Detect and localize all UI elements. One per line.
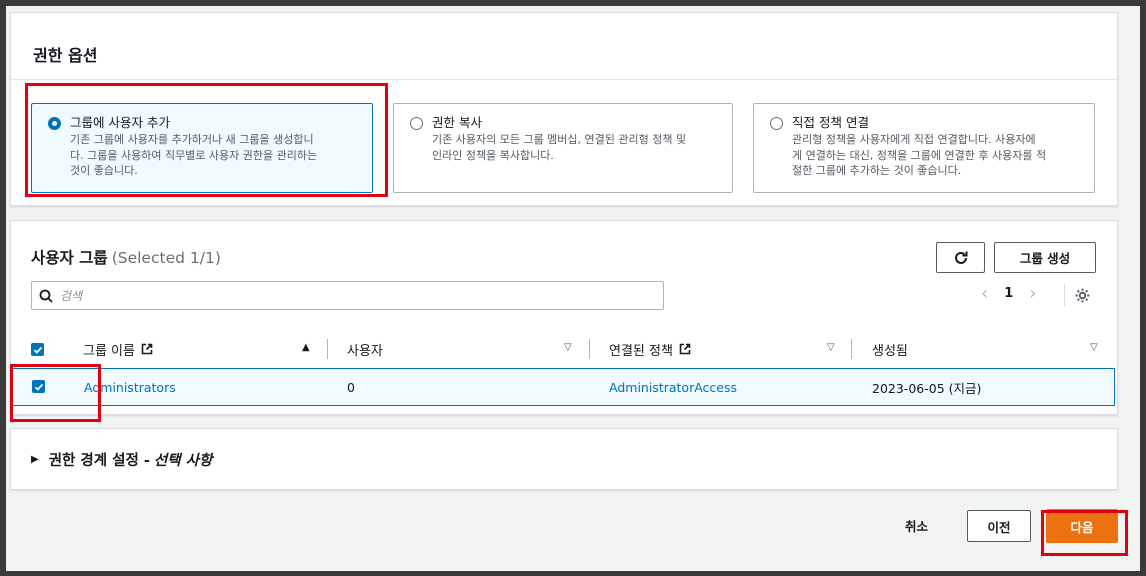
option-copy-permissions[interactable]: 권한 복사 기존 사용자의 모든 그룹 멤버십, 연결된 관리형 정책 및 인라… <box>393 103 733 193</box>
row-checkbox[interactable] <box>32 380 45 393</box>
created-date: 2023-06-05 (지금) <box>872 380 982 396</box>
sort-descending-icon[interactable]: ▽ <box>1090 342 1098 353</box>
permission-options-title: 권한 옵션 <box>33 46 98 65</box>
caret-right-icon: ▶ <box>31 454 39 465</box>
user-groups-title: 사용자 그룹 (Selected 1/1) <box>31 249 221 267</box>
refresh-icon <box>954 251 967 264</box>
cancel-button[interactable]: 취소 <box>905 516 928 535</box>
column-header-attached-policies[interactable]: 연결된 정책 <box>609 329 691 369</box>
user-groups-panel: 사용자 그룹(Selected 1/1) 그룹 생성 ‹ 1 › <box>10 220 1118 415</box>
radio-unselected-icon[interactable] <box>410 117 423 130</box>
option-attach-policies-directly[interactable]: 직접 정책 연결 관리형 정책을 사용자에게 직접 연결합니다. 사용자에 게 … <box>753 103 1095 193</box>
pagination: ‹ 1 › <box>981 283 1036 304</box>
next-button[interactable]: 다음 <box>1046 509 1118 543</box>
column-separator[interactable] <box>327 339 328 359</box>
column-header-created[interactable]: 생성됨 <box>872 329 908 369</box>
divider <box>11 79 1117 80</box>
external-link-icon <box>141 343 153 355</box>
search-input[interactable] <box>60 288 640 303</box>
option-description: 기존 그룹에 사용자를 추가하거나 새 그룹을 생성합니 다. 그룹을 사용하여… <box>70 133 318 177</box>
selected-count: (Selected 1/1) <box>111 249 221 267</box>
option-title: 직접 정책 연결 <box>792 115 869 130</box>
permissions-boundary-toggle[interactable]: ▶ 권한 경계 설정 - 선택 사항 <box>31 449 212 470</box>
permissions-boundary-panel[interactable]: ▶ 권한 경계 설정 - 선택 사항 <box>10 428 1118 490</box>
page-number[interactable]: 1 <box>1004 286 1013 301</box>
radio-selected-icon[interactable] <box>48 117 61 130</box>
divider <box>1064 284 1065 306</box>
create-group-button[interactable]: 그룹 생성 <box>994 242 1096 273</box>
search-field[interactable] <box>31 281 664 310</box>
previous-button[interactable]: 이전 <box>967 510 1031 542</box>
users-count: 0 <box>347 379 355 395</box>
column-header-group-name[interactable]: 그룹 이름 <box>83 329 153 369</box>
column-separator[interactable] <box>851 339 852 359</box>
option-description: 기존 사용자의 모든 그룹 멤버십, 연결된 관리형 정책 및 인라인 정책을 … <box>432 133 687 162</box>
group-name-link[interactable]: Administrators <box>84 369 176 405</box>
select-all-checkbox[interactable] <box>31 343 44 356</box>
sort-descending-icon[interactable]: ▽ <box>827 342 835 353</box>
search-icon <box>32 289 60 303</box>
policy-link[interactable]: AdministratorAccess <box>609 369 737 405</box>
option-title: 그룹에 사용자 추가 <box>70 115 170 130</box>
table-row[interactable]: Administrators 0 AdministratorAccess 202… <box>12 368 1115 406</box>
refresh-button[interactable] <box>936 242 985 273</box>
option-description: 관리형 정책을 사용자에게 직접 연결합니다. 사용자에 게 연결하는 대신, … <box>792 133 1047 177</box>
column-separator[interactable] <box>589 339 590 359</box>
option-add-user-to-group[interactable]: 그룹에 사용자 추가 기존 그룹에 사용자를 추가하거나 새 그룹을 생성합니 … <box>31 103 373 193</box>
option-title: 권한 복사 <box>432 115 482 130</box>
table-header: 그룹 이름 ▲ 사용자 ▽ 연결된 정책 ▽ 생성됨 ▽ <box>11 329 1117 369</box>
external-link-icon <box>679 343 691 355</box>
sort-descending-icon[interactable]: ▽ <box>564 342 572 353</box>
radio-unselected-icon[interactable] <box>770 117 783 130</box>
settings-gear-icon[interactable] <box>1074 287 1091 308</box>
column-header-users[interactable]: 사용자 <box>347 329 383 369</box>
permission-options-panel: 권한 옵션 그룹에 사용자 추가 기존 그룹에 사용자를 추가하거나 새 그룹을… <box>10 12 1118 206</box>
chevron-left-icon[interactable]: ‹ <box>981 283 988 304</box>
chevron-right-icon[interactable]: › <box>1029 283 1036 304</box>
sort-ascending-icon[interactable]: ▲ <box>302 342 310 353</box>
